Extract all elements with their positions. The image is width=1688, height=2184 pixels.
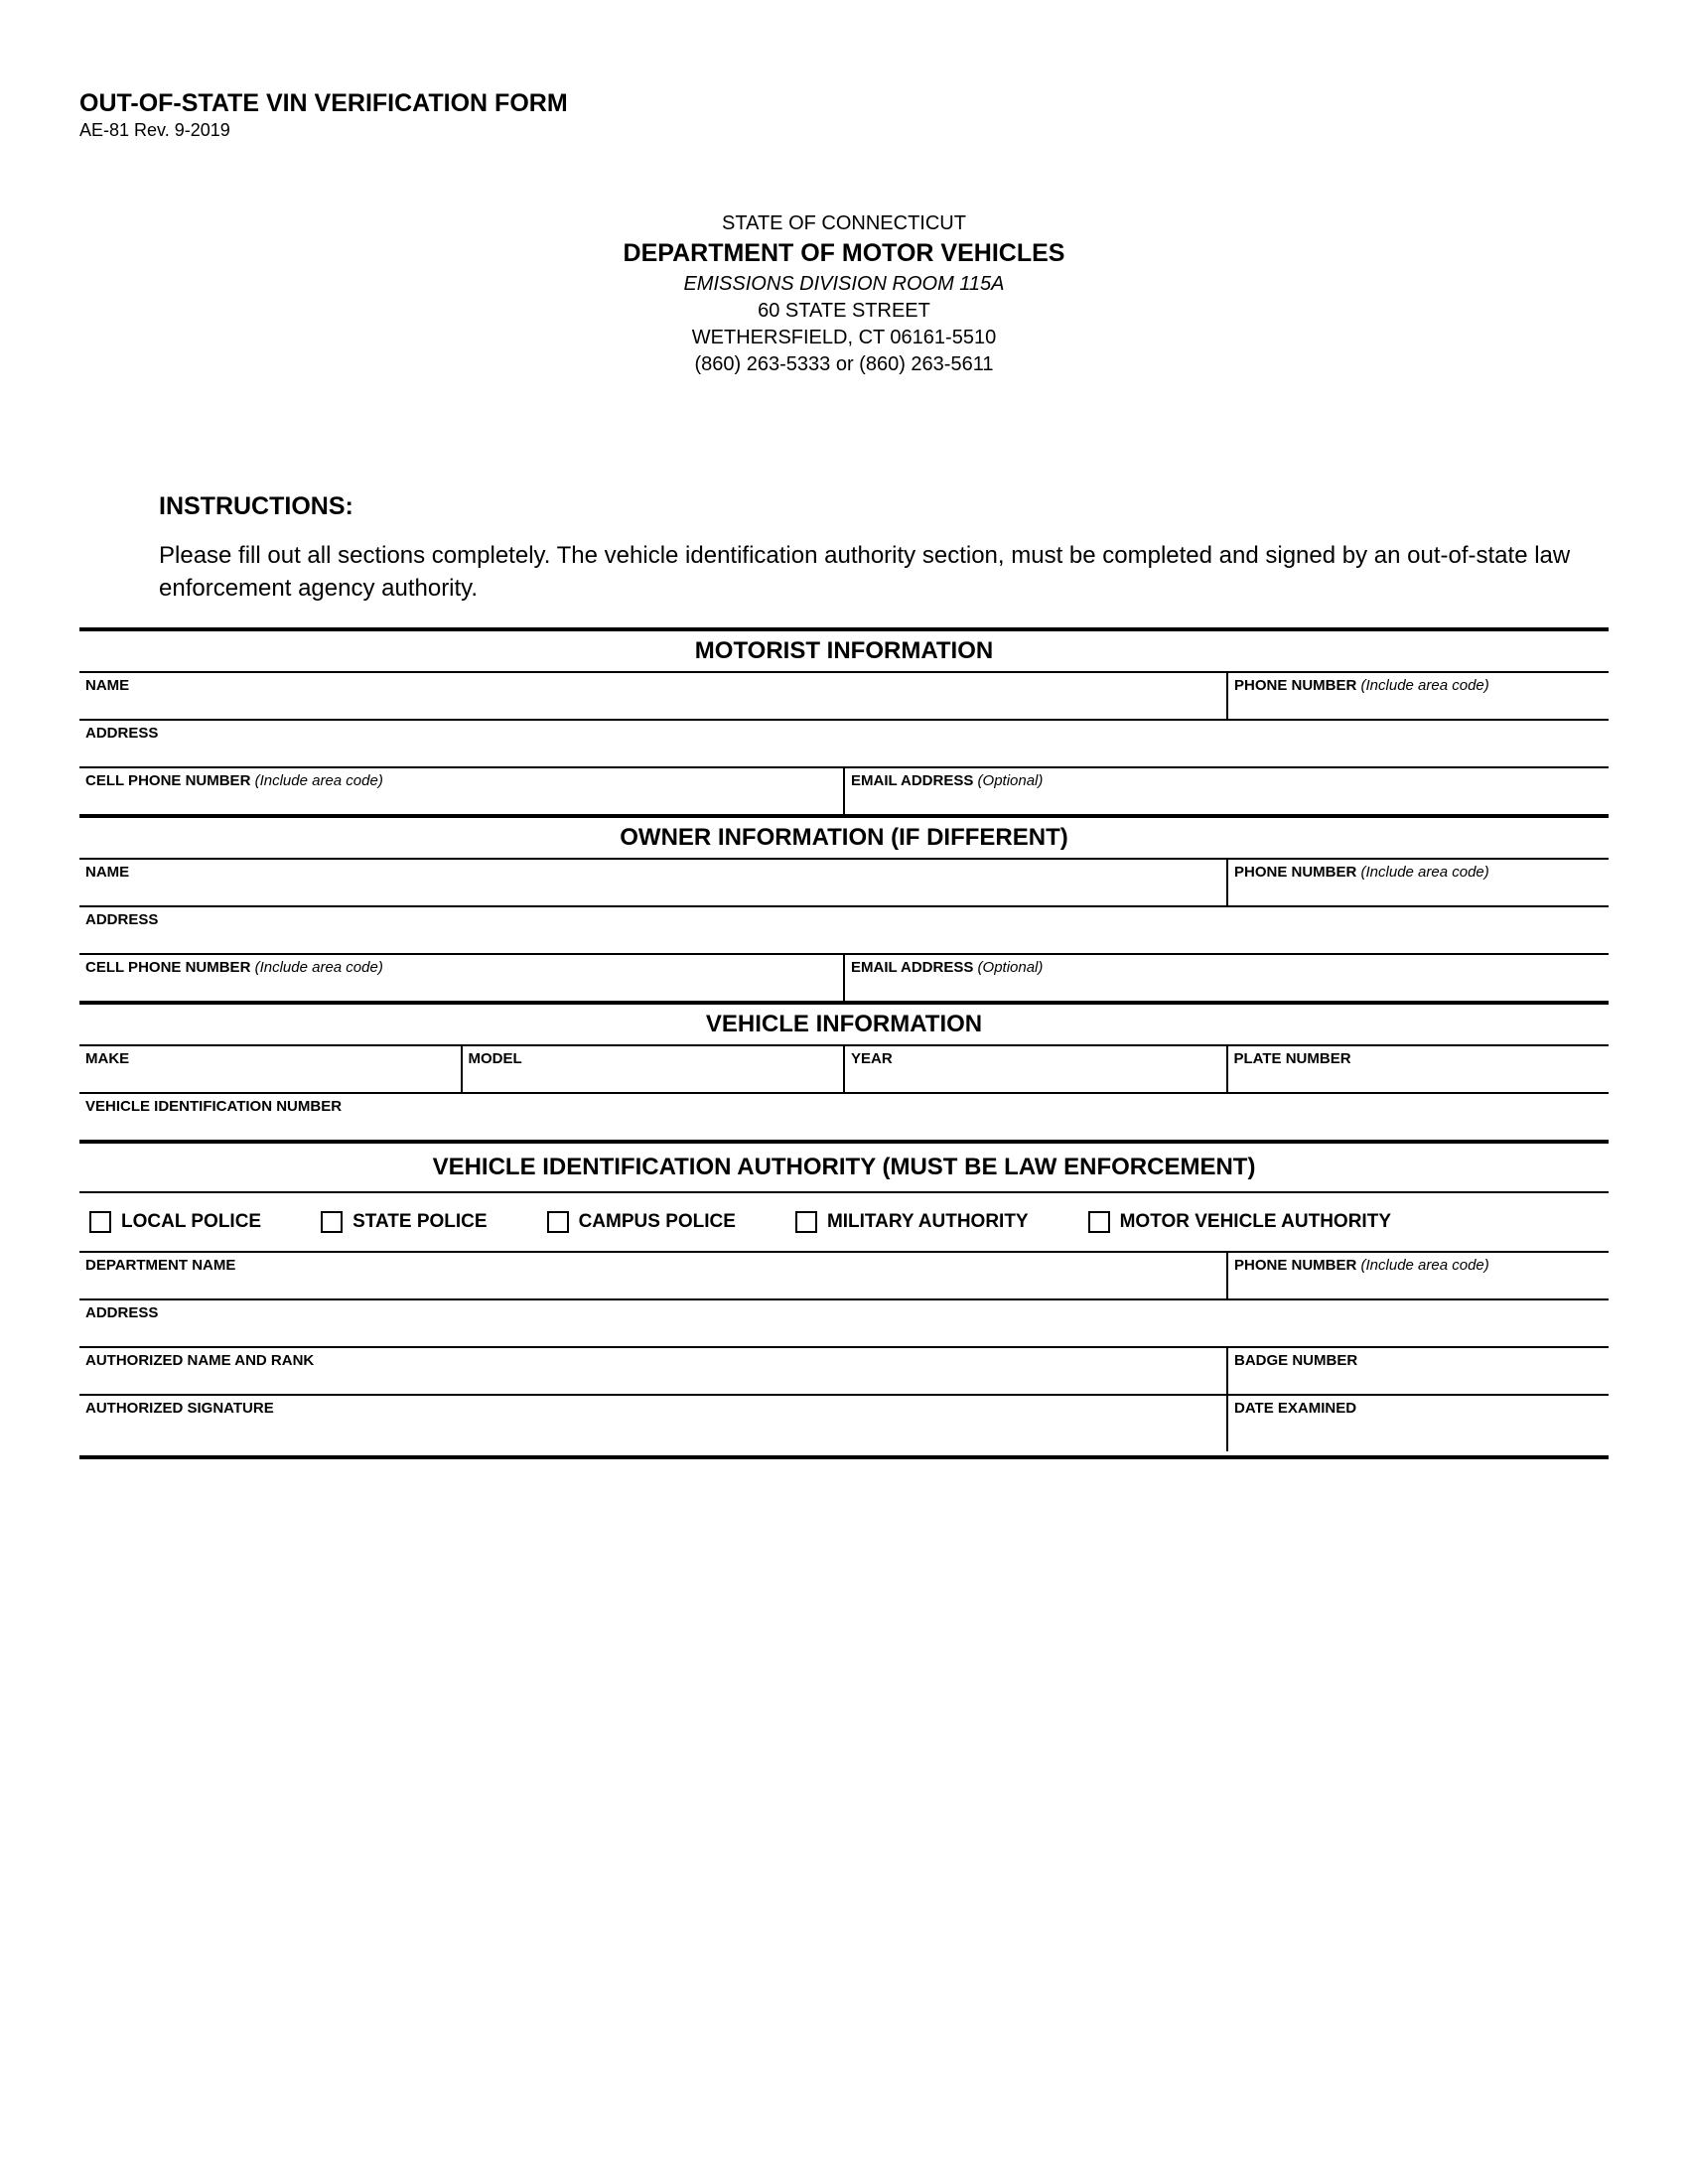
field-address[interactable]: ADDRESS xyxy=(79,1300,1609,1346)
row-address: ADDRESS xyxy=(79,1300,1609,1348)
label-email: EMAIL ADDRESS (Optional) xyxy=(851,772,1043,789)
checkbox-box-icon xyxy=(547,1211,569,1233)
field-email[interactable]: EMAIL ADDRESS (Optional) xyxy=(843,768,1609,814)
field-email[interactable]: EMAIL ADDRESS (Optional) xyxy=(843,955,1609,1001)
checkbox-state-police[interactable]: STATE POLICE xyxy=(321,1211,487,1233)
row-address: ADDRESS xyxy=(79,721,1609,768)
field-name[interactable]: NAME xyxy=(79,860,1226,905)
field-badge[interactable]: BADGE NUMBER xyxy=(1226,1348,1609,1394)
section-header: VEHICLE INFORMATION xyxy=(79,1005,1609,1046)
section-header: OWNER INFORMATION (IF DIFFERENT) xyxy=(79,818,1609,860)
section-owner: OWNER INFORMATION (IF DIFFERENT) NAME PH… xyxy=(79,818,1609,1005)
field-cell[interactable]: CELL PHONE NUMBER (Include area code) xyxy=(79,955,843,1001)
label-phone: PHONE NUMBER (Include area code) xyxy=(1234,1257,1489,1274)
field-vin[interactable]: VEHICLE IDENTIFICATION NUMBER xyxy=(79,1094,1609,1140)
label-date: DATE EXAMINED xyxy=(1234,1400,1356,1417)
field-make[interactable]: MAKE xyxy=(79,1046,461,1092)
agency-phones: (860) 263-5333 or (860) 263-5611 xyxy=(79,351,1609,378)
field-cell[interactable]: CELL PHONE NUMBER (Include area code) xyxy=(79,768,843,814)
label-cell: CELL PHONE NUMBER (Include area code) xyxy=(85,959,383,976)
label-address: ADDRESS xyxy=(85,1304,158,1321)
label-address: ADDRESS xyxy=(85,725,158,742)
row-name-phone: NAME PHONE NUMBER (Include area code) xyxy=(79,673,1609,721)
row-name-phone: NAME PHONE NUMBER (Include area code) xyxy=(79,860,1609,907)
section-title: MOTORIST INFORMATION xyxy=(79,637,1609,665)
label-email: EMAIL ADDRESS (Optional) xyxy=(851,959,1043,976)
row-address: ADDRESS xyxy=(79,907,1609,955)
agency-state: STATE OF CONNECTICUT xyxy=(79,210,1609,237)
agency-street: 60 STATE STREET xyxy=(79,298,1609,325)
checkbox-military-authority[interactable]: MILITARY AUTHORITY xyxy=(795,1211,1029,1233)
label-name: NAME xyxy=(85,864,129,881)
field-date[interactable]: DATE EXAMINED xyxy=(1226,1396,1609,1451)
checkbox-box-icon xyxy=(321,1211,343,1233)
section-title: VEHICLE INFORMATION xyxy=(79,1011,1609,1038)
checkbox-box-icon xyxy=(795,1211,817,1233)
form-title: OUT-OF-STATE VIN VERIFICATION FORM xyxy=(79,89,1609,118)
instructions-text: Please fill out all sections completely.… xyxy=(159,539,1589,606)
label-auth-name: AUTHORIZED NAME AND RANK xyxy=(85,1352,314,1369)
instructions-block: INSTRUCTIONS: Please fill out all sectio… xyxy=(159,492,1589,606)
field-phone[interactable]: PHONE NUMBER (Include area code) xyxy=(1226,860,1609,905)
label-signature: AUTHORIZED SIGNATURE xyxy=(85,1400,274,1417)
field-dept-name[interactable]: DEPARTMENT NAME xyxy=(79,1253,1226,1298)
form-revision: AE-81 Rev. 9-2019 xyxy=(79,120,1609,141)
checkbox-box-icon xyxy=(1088,1211,1110,1233)
field-year[interactable]: YEAR xyxy=(843,1046,1226,1092)
label-name: NAME xyxy=(85,677,129,694)
checkbox-label: LOCAL POLICE xyxy=(121,1211,261,1233)
label-dept-name: DEPARTMENT NAME xyxy=(85,1257,235,1274)
checkbox-label: MOTOR VEHICLE AUTHORITY xyxy=(1120,1211,1391,1233)
section-vehicle: VEHICLE INFORMATION MAKE MODEL YEAR PLAT… xyxy=(79,1005,1609,1144)
form-header: OUT-OF-STATE VIN VERIFICATION FORM AE-81… xyxy=(79,89,1609,141)
instructions-heading: INSTRUCTIONS: xyxy=(159,492,1589,521)
section-motorist: MOTORIST INFORMATION NAME PHONE NUMBER (… xyxy=(79,627,1609,818)
checkbox-motor-vehicle-authority[interactable]: MOTOR VEHICLE AUTHORITY xyxy=(1088,1211,1391,1233)
field-model[interactable]: MODEL xyxy=(461,1046,844,1092)
field-address[interactable]: ADDRESS xyxy=(79,721,1609,766)
label-cell: CELL PHONE NUMBER (Include area code) xyxy=(85,772,383,789)
checkbox-campus-police[interactable]: CAMPUS POLICE xyxy=(547,1211,736,1233)
agency-city: WETHERSFIELD, CT 06161-5510 xyxy=(79,325,1609,351)
agency-division: EMISSIONS DIVISION ROOM 115A xyxy=(79,271,1609,298)
label-phone: PHONE NUMBER (Include area code) xyxy=(1234,677,1489,694)
checkbox-row: LOCAL POLICE STATE POLICE CAMPUS POLICE … xyxy=(79,1193,1609,1253)
label-vin: VEHICLE IDENTIFICATION NUMBER xyxy=(85,1098,342,1115)
label-make: MAKE xyxy=(85,1050,129,1067)
section-header: MOTORIST INFORMATION xyxy=(79,627,1609,673)
row-cell-email: CELL PHONE NUMBER (Include area code) EM… xyxy=(79,768,1609,818)
label-model: MODEL xyxy=(469,1050,522,1067)
section-header: VEHICLE IDENTIFICATION AUTHORITY (MUST B… xyxy=(79,1144,1609,1193)
label-badge: BADGE NUMBER xyxy=(1234,1352,1357,1369)
label-year: YEAR xyxy=(851,1050,893,1067)
section-authority: VEHICLE IDENTIFICATION AUTHORITY (MUST B… xyxy=(79,1144,1609,1459)
field-name[interactable]: NAME xyxy=(79,673,1226,719)
field-plate[interactable]: PLATE NUMBER xyxy=(1226,1046,1610,1092)
section-title: VEHICLE IDENTIFICATION AUTHORITY (MUST B… xyxy=(79,1154,1609,1181)
field-phone[interactable]: PHONE NUMBER (Include area code) xyxy=(1226,1253,1609,1298)
field-signature[interactable]: AUTHORIZED SIGNATURE xyxy=(79,1396,1226,1451)
checkbox-label: CAMPUS POLICE xyxy=(579,1211,736,1233)
row-signature-date: AUTHORIZED SIGNATURE DATE EXAMINED xyxy=(79,1396,1609,1459)
row-auth-name-badge: AUTHORIZED NAME AND RANK BADGE NUMBER xyxy=(79,1348,1609,1396)
label-address: ADDRESS xyxy=(85,911,158,928)
checkbox-box-icon xyxy=(89,1211,111,1233)
field-phone[interactable]: PHONE NUMBER (Include area code) xyxy=(1226,673,1609,719)
row-make-model-year-plate: MAKE MODEL YEAR PLATE NUMBER xyxy=(79,1046,1609,1094)
checkbox-label: STATE POLICE xyxy=(352,1211,487,1233)
field-auth-name[interactable]: AUTHORIZED NAME AND RANK xyxy=(79,1348,1226,1394)
agency-dept: DEPARTMENT OF MOTOR VEHICLES xyxy=(79,237,1609,271)
row-cell-email: CELL PHONE NUMBER (Include area code) EM… xyxy=(79,955,1609,1005)
row-dept-phone: DEPARTMENT NAME PHONE NUMBER (Include ar… xyxy=(79,1253,1609,1300)
agency-block: STATE OF CONNECTICUT DEPARTMENT OF MOTOR… xyxy=(79,210,1609,378)
field-address[interactable]: ADDRESS xyxy=(79,907,1609,953)
checkbox-local-police[interactable]: LOCAL POLICE xyxy=(89,1211,261,1233)
checkbox-label: MILITARY AUTHORITY xyxy=(827,1211,1029,1233)
label-phone: PHONE NUMBER (Include area code) xyxy=(1234,864,1489,881)
section-title: OWNER INFORMATION (IF DIFFERENT) xyxy=(79,824,1609,852)
row-vin: VEHICLE IDENTIFICATION NUMBER xyxy=(79,1094,1609,1144)
label-plate: PLATE NUMBER xyxy=(1234,1050,1351,1067)
